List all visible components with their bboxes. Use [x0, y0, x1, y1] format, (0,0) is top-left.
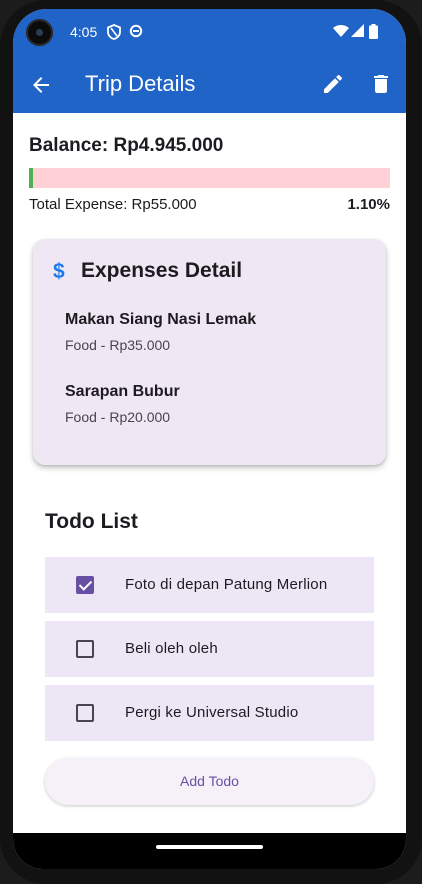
- status-bar: 4:05: [13, 9, 406, 57]
- expense-progress-fill: [29, 168, 33, 188]
- add-todo-button[interactable]: Add Todo: [45, 758, 374, 805]
- delete-icon[interactable]: [369, 72, 393, 96]
- todo-label: Foto di depan Patung Merlion: [125, 576, 328, 593]
- checkbox[interactable]: [76, 704, 94, 722]
- todo-label: Pergi ke Universal Studio: [125, 704, 299, 721]
- expense-progress-bar: [29, 168, 390, 188]
- total-expense-text: Total Expense: Rp55.000: [29, 196, 197, 213]
- expenses-detail-card: $ Expenses Detail Makan Siang Nasi Lemak…: [33, 239, 386, 465]
- page-title: Trip Details: [85, 71, 196, 96]
- expense-item[interactable]: Makan Siang Nasi Lemak Food - Rp35.000: [65, 311, 256, 353]
- front-camera: [26, 19, 53, 46]
- expense-detail: Food - Rp20.000: [65, 409, 171, 425]
- status-time: 4:05: [70, 24, 98, 40]
- screen: 4:05 Trip Details Balance: Rp4.945.000 T…: [13, 9, 406, 869]
- edit-icon[interactable]: [321, 72, 345, 96]
- balance-text: Balance: Rp4.945.000: [29, 135, 224, 156]
- todo-label: Beli oleh oleh: [125, 640, 218, 657]
- expense-item[interactable]: Sarapan Bubur Food - Rp20.000: [65, 383, 180, 425]
- arrow-back-icon[interactable]: [29, 73, 53, 97]
- todo-item[interactable]: Pergi ke Universal Studio: [45, 685, 374, 741]
- checkbox[interactable]: [76, 576, 94, 594]
- system-navigation-bar: [13, 833, 406, 869]
- trip-details-content: Balance: Rp4.945.000 Total Expense: Rp55…: [13, 113, 406, 833]
- expenses-card-title: Expenses Detail: [81, 259, 243, 282]
- checkbox[interactable]: [76, 640, 94, 658]
- home-indicator[interactable]: [156, 845, 263, 849]
- todo-item[interactable]: Foto di depan Patung Merlion: [45, 557, 374, 613]
- dollar-icon: $: [53, 260, 65, 283]
- wifi-icon: [333, 24, 349, 40]
- battery-icon: [369, 24, 385, 40]
- sync-icon: [129, 24, 145, 40]
- phone-frame: 4:05 Trip Details Balance: Rp4.945.000 T…: [0, 0, 422, 884]
- expense-percent: 1.10%: [347, 196, 390, 213]
- todo-item[interactable]: Beli oleh oleh: [45, 621, 374, 677]
- expense-detail: Food - Rp35.000: [65, 337, 171, 353]
- todo-list-title: Todo List: [45, 510, 138, 533]
- expense-name: Sarapan Bubur: [65, 383, 180, 400]
- shield-icon: [107, 24, 123, 40]
- signal-icon: [351, 24, 367, 40]
- expense-name: Makan Siang Nasi Lemak: [65, 311, 257, 328]
- app-bar: Trip Details: [13, 57, 406, 113]
